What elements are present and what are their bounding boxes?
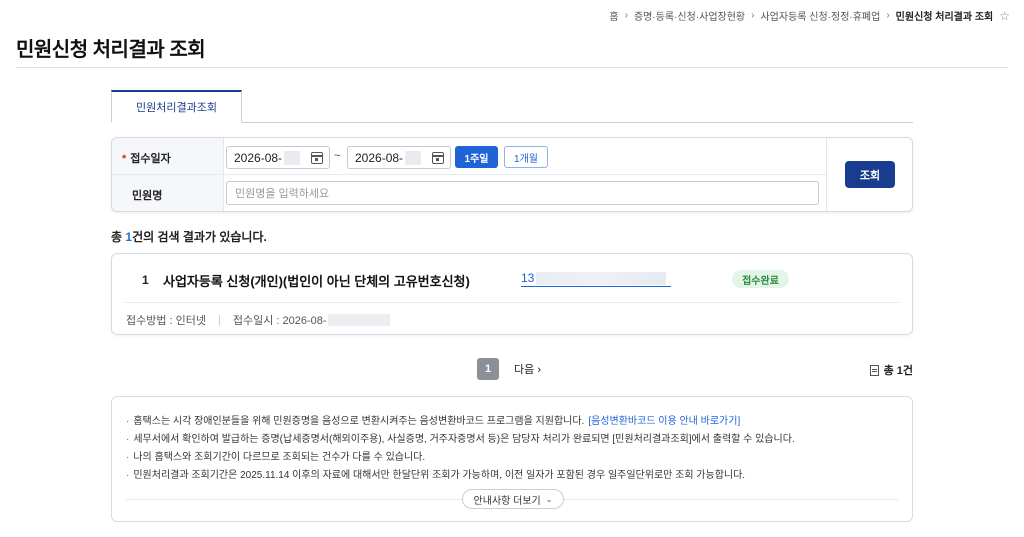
complaint-name-label: 민원명 [132, 190, 163, 202]
receipt-number-text: 13 [521, 271, 535, 285]
next-page-button[interactable]: 다음 › [514, 361, 541, 377]
date-label: * 접수일자 [122, 150, 171, 166]
receipt-datetime: 접수일시 : 2026-08- [232, 315, 327, 327]
page-title: 민원신청 처리결과 조회 [16, 39, 206, 61]
one-month-button[interactable]: 1개월 [504, 146, 548, 168]
masked-value [284, 150, 301, 165]
breadcrumb-separator: › [886, 10, 890, 21]
notice-item: 세무서에서 확인하여 발급하는 증명(납세증명서(해외이주용), 사실증명, 거… [126, 431, 794, 449]
date-to-value: 2026-08- [355, 150, 404, 165]
result-count-suffix: 건의 검색 결과가 있습니다. [132, 230, 267, 244]
date-from-input[interactable]: 2026-08- [226, 146, 330, 169]
favorite-star-icon[interactable]: ☆ [999, 9, 1010, 23]
document-icon [869, 364, 879, 376]
notice-list: 홈택스는 시각 장애인분들을 위해 민원증명을 음성으로 변환시켜주는 음성변환… [126, 413, 795, 485]
tab-bar: 민원처리결과조회 [111, 90, 913, 123]
required-mark: * [122, 153, 127, 165]
page-button-current[interactable]: 1 [477, 358, 499, 380]
date-from-value: 2026-08- [234, 150, 283, 165]
date-to-input[interactable]: 2026-08- [347, 146, 451, 169]
vertical-divider [826, 138, 827, 211]
calendar-icon[interactable] [432, 152, 444, 164]
date-range-separator: ~ [334, 150, 341, 162]
tab-complaint-results[interactable]: 민원처리결과조회 [111, 90, 242, 123]
next-page-label: 다음 [514, 364, 535, 376]
breadcrumb-current: 민원신청 처리결과 조회 [895, 12, 994, 23]
masked-value [327, 314, 390, 326]
breadcrumb-item-business-registration[interactable]: 사업자등록 신청·정정·휴폐업 [760, 8, 880, 23]
calendar-icon[interactable] [311, 152, 323, 164]
notice-item: 나의 홈택스와 조회기간이 다르므로 조회되는 건수가 다를 수 있습니다. [126, 449, 795, 467]
date-label-text: 접수일자 [130, 153, 171, 165]
notice-item: 홈택스는 시각 장애인분들을 위해 민원증명을 음성으로 변환시켜주는 음성변환… [126, 413, 795, 431]
row-divider [112, 174, 826, 175]
notice-text: 홈택스는 시각 장애인분들을 위해 민원증명을 음성으로 변환시켜주는 음성변환… [133, 416, 585, 427]
result-title: 사업자등록 신청(개인)(법인이 아닌 단체의 고유번호신청) [163, 274, 470, 289]
more-notices-label: 안내사항 더보기 [473, 495, 541, 507]
breadcrumb-separator: › [624, 10, 628, 21]
card-divider [124, 302, 900, 303]
notice-box: 홈택스는 시각 장애인분들을 위해 민원증명을 음성으로 변환시켜주는 음성변환… [111, 396, 913, 522]
total-count-text: 총 1건 [883, 365, 913, 377]
receipt-number-link[interactable]: 13 [521, 271, 671, 287]
search-button[interactable]: 조회 [845, 161, 895, 188]
chevron-down-icon: ⌄ [545, 494, 553, 504]
masked-value [536, 272, 667, 286]
result-count: 총 1건의 검색 결과가 있습니다. [111, 228, 267, 245]
complaint-name-input[interactable]: 민원명을 입력하세요 [226, 181, 819, 205]
status-badge: 접수완료 [732, 270, 789, 288]
barcode-guide-link[interactable]: [음성변환바코드 이용 안내 바로가기] [588, 416, 740, 427]
masked-value [405, 150, 422, 165]
breadcrumb-item-certificates[interactable]: 증명·등록·신청·사업장현황 [634, 8, 745, 23]
breadcrumb-separator: › [751, 10, 755, 21]
result-count-prefix: 총 [111, 230, 126, 244]
meta-separator: | [218, 314, 221, 326]
receipt-method: 접수방법 : 인터넷 [126, 315, 207, 327]
breadcrumb-home[interactable]: 홈 [609, 8, 618, 23]
chevron-right-icon: › [537, 364, 541, 376]
pagination: 1 다음 › [477, 358, 541, 380]
more-notices-button[interactable]: 안내사항 더보기 ⌄ [462, 489, 564, 509]
notice-item: 민원처리결과 조회기간은 2025.11.14 이후의 자료에 대해서만 한달단… [126, 467, 795, 485]
title-divider [16, 67, 1008, 68]
result-meta: 접수방법 : 인터넷 | 접수일시 : 2026-08- [126, 312, 390, 328]
result-card: 1 사업자등록 신청(개인)(법인이 아닌 단체의 고유번호신청) 13 접수완… [111, 253, 913, 335]
total-count: 총 1건 [869, 362, 913, 378]
result-number: 1 [142, 273, 149, 287]
breadcrumb: 홈 › 증명·등록·신청·사업장현황 › 사업자등록 신청·정정·휴폐업 › 민… [609, 8, 1010, 24]
search-form: * 접수일자 2026-08- ~ 2026-08- 1주일 1개월 민원명 민원… [111, 137, 913, 212]
one-week-button[interactable]: 1주일 [455, 146, 498, 168]
